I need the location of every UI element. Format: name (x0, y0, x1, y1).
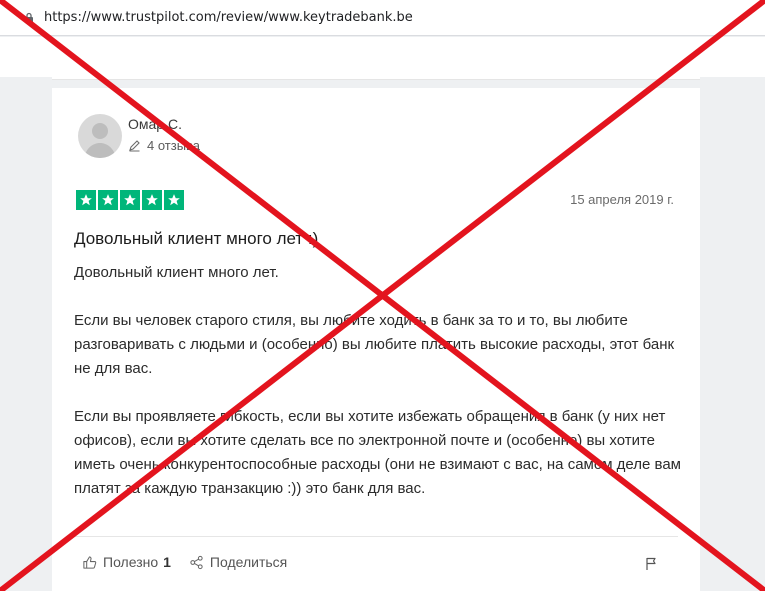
review-count-label: 4 отзыва (147, 138, 201, 153)
previous-review-card (52, 40, 700, 80)
review-body: Довольный клиент много лет. Если вы чело… (74, 261, 684, 525)
review-paragraph: Довольный клиент много лет. (74, 264, 279, 281)
pencil-icon (128, 139, 141, 152)
review-date: 15 апреля 2019 г. (570, 192, 674, 207)
star-icon (142, 190, 162, 210)
share-icon (189, 555, 204, 570)
star-rating (76, 190, 184, 210)
avatar-icon[interactable] (78, 114, 122, 158)
reviewer-review-count[interactable]: 4 отзыва (128, 138, 200, 153)
reviewer-name[interactable]: Омар С. (128, 116, 182, 132)
review-paragraph: Если вы человек старого стиля, вы любите… (74, 312, 675, 377)
useful-count: 1 (163, 554, 171, 570)
share-button[interactable]: Поделиться (189, 554, 287, 570)
review-card: Омар С. 4 отзыва 15 апреля 2019 г. Довол… (52, 88, 700, 591)
useful-button[interactable]: Полезно 1 (82, 554, 171, 570)
review-paragraph: Если вы проявляете гибкость, если вы хот… (74, 408, 681, 497)
star-icon (76, 190, 96, 210)
lock-icon[interactable] (22, 11, 36, 25)
flag-icon[interactable] (645, 557, 658, 571)
review-actions: Полезно 1 Поделиться (82, 554, 305, 570)
star-icon (120, 190, 140, 210)
divider (74, 536, 678, 537)
review-title[interactable]: Довольный клиент много лет :) (74, 229, 318, 249)
star-icon (98, 190, 118, 210)
url-text[interactable]: https://www.trustpilot.com/review/www.ke… (44, 10, 413, 25)
star-icon (164, 190, 184, 210)
thumbs-up-icon (82, 555, 97, 570)
share-label: Поделиться (209, 554, 288, 570)
address-bar[interactable]: https://www.trustpilot.com/review/www.ke… (0, 0, 765, 36)
useful-label: Полезно (103, 554, 159, 570)
